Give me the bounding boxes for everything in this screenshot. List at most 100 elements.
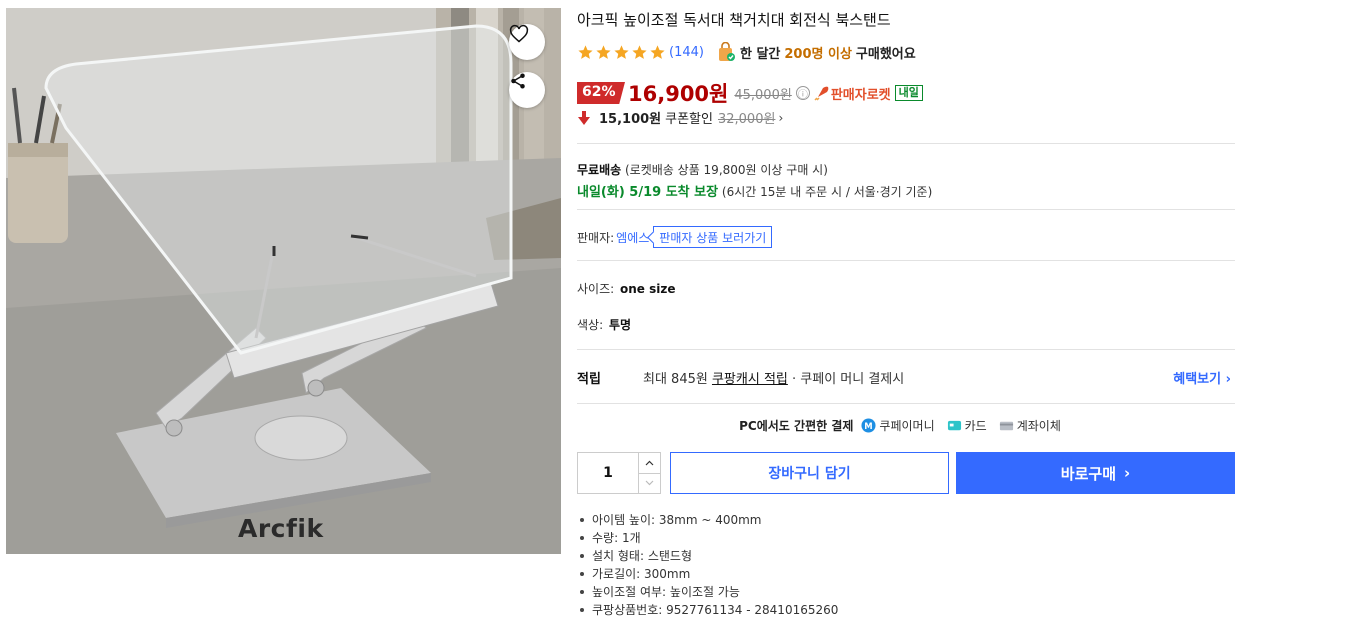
arrival-guarantee: 내일(화) 5/19 도착 보장: [577, 185, 719, 200]
spec-text: 쿠팡상품번호: 9527761134 - 28410165260: [592, 603, 839, 617]
shipping-detail: (로켓배송 상품 19,800원 이상 구매 시): [625, 163, 828, 177]
coupon-original-price: 32,000원: [717, 112, 776, 127]
cash-suffix: · 쿠페이 머니 결제시: [792, 372, 905, 387]
star-icon: [596, 44, 611, 59]
pay-method-coupay: M 쿠페이머니: [861, 417, 935, 434]
coupang-cash-link[interactable]: 쿠팡캐시 적립: [712, 372, 788, 387]
bullet-icon: [580, 536, 584, 540]
color-value: 투명: [608, 318, 632, 332]
coupon-label: 쿠폰할인: [665, 112, 713, 127]
chevron-right-icon: ›: [778, 110, 784, 125]
pay-method-card: 카드: [947, 417, 987, 434]
quantity-input[interactable]: [578, 453, 638, 493]
sale-price: 16,900원: [628, 82, 729, 106]
wishlist-button[interactable]: [509, 24, 545, 60]
add-to-cart-button[interactable]: 장바구니 담기: [670, 452, 949, 494]
product-image[interactable]: Arcfik: [6, 8, 561, 554]
buy-now-button[interactable]: 바로구매 ›: [956, 452, 1235, 494]
share-icon: [511, 73, 525, 89]
quantity-increase-button[interactable]: [639, 453, 660, 473]
spec-item: 가로길이: 300mm: [579, 565, 838, 583]
rating-row: (144) 한 달간 200명 이상 구매했어요: [577, 42, 916, 62]
seller-products-button[interactable]: 판매자 상품 보러가기: [653, 226, 773, 248]
bullet-icon: [580, 518, 584, 522]
spec-item: 높이조절 여부: 높이조절 가능: [579, 583, 838, 601]
spec-item: 설치 형태: 스탠드형: [579, 547, 838, 565]
original-price: 45,000원: [734, 87, 792, 103]
benefit-view-link[interactable]: 혜택보기 ›: [1173, 368, 1231, 387]
coupon-row[interactable]: 15,100원 쿠폰할인 32,000원 ›: [578, 108, 783, 127]
buyers-notice: 한 달간 200명 이상 구매했어요: [716, 42, 916, 62]
rocket-icon: [814, 86, 829, 101]
spec-list: 아이템 높이: 38mm ~ 400mm 수량: 1개 설치 형태: 스탠드형 …: [579, 511, 838, 619]
chevron-right-icon: ›: [1124, 464, 1131, 482]
size-option: 사이즈: one size: [577, 280, 675, 297]
star-icon: [578, 44, 593, 59]
shopping-bag-icon: [718, 42, 735, 61]
buyers-suffix: 구매했어요: [855, 46, 916, 62]
seller-rocket-badge: 판매자로켓: [814, 84, 891, 103]
spec-text: 설치 형태: 스탠드형: [592, 549, 692, 563]
spec-text: 수량: 1개: [592, 531, 641, 545]
buy-now-label: 바로구매: [1060, 464, 1116, 483]
spec-text: 가로길이: 300mm: [592, 567, 691, 581]
divider: [577, 143, 1235, 144]
pay-method-transfer: 계좌이체: [999, 417, 1061, 434]
buyers-prefix: 한 달간: [739, 46, 781, 62]
star-icon: [650, 44, 665, 59]
cash-prefix: 최대 845원: [643, 372, 708, 387]
card-icon: [947, 420, 961, 431]
price-info-icon[interactable]: ⓘ: [795, 86, 810, 101]
chevron-down-icon: [645, 480, 654, 486]
bank-transfer-icon: [999, 421, 1013, 431]
book-stand-photo: [6, 8, 561, 554]
bullet-icon: [580, 608, 584, 612]
color-option: 색상: 투명: [577, 316, 631, 333]
size-value: one size: [620, 282, 676, 296]
seller-row: 판매자: 엠에스 판매자 상품 보러가기: [577, 226, 773, 248]
arrival-row: 내일(화) 5/19 도착 보장 (6시간 15분 내 주문 시 / 서울⋅경기…: [577, 181, 932, 200]
divider: [577, 403, 1235, 404]
bullet-icon: [580, 554, 584, 558]
review-count-link[interactable]: (144): [669, 45, 704, 60]
color-label: 색상:: [577, 318, 604, 332]
spec-item: 쿠팡상품번호: 9527761134 - 28410165260: [579, 601, 838, 619]
spec-item: 수량: 1개: [579, 529, 838, 547]
product-title: 아크픽 높이조절 독서대 책거치대 회전식 북스탠드: [577, 11, 891, 29]
divider: [577, 349, 1235, 350]
pay-method-label: 쿠페이머니: [879, 419, 935, 433]
star-icon: [614, 44, 629, 59]
coupon-price: 15,100원: [599, 112, 662, 127]
seller-label: 판매자:: [577, 230, 615, 245]
bullet-icon: [580, 590, 584, 594]
spec-text: 아이템 높이: 38mm ~ 400mm: [592, 513, 762, 527]
arrow-down-icon: [578, 110, 590, 125]
size-label: 사이즈:: [577, 282, 615, 296]
rocket-label: 판매자로켓: [830, 87, 891, 103]
pay-method-label: 계좌이체: [1016, 419, 1061, 433]
star-rating[interactable]: [577, 44, 666, 61]
discount-badge: 62%: [577, 82, 625, 104]
buyers-count: 200명 이상: [784, 46, 852, 62]
svg-text:M: M: [865, 421, 873, 431]
divider: [577, 260, 1235, 261]
coupay-money-icon: M: [861, 418, 876, 433]
purchase-area: 장바구니 담기 바로구매 ›: [577, 452, 1235, 494]
cash-text: 최대 845원 쿠팡캐시 적립 · 쿠페이 머니 결제시: [643, 368, 904, 387]
brand-watermark: Arcfik: [238, 514, 324, 543]
quantity-decrease-button[interactable]: [639, 472, 660, 494]
shipping-row: 무료배송 (로켓배송 상품 19,800원 이상 구매 시): [577, 161, 828, 178]
pay-method-label: 카드: [964, 419, 987, 433]
cash-label: 적립: [577, 372, 601, 387]
price-row: 62% 16,900원 45,000원 ⓘ 판매자로켓 내일: [577, 78, 923, 108]
bullet-icon: [580, 572, 584, 576]
star-icon: [632, 44, 647, 59]
spec-text: 높이조절 여부: 높이조절 가능: [592, 585, 740, 599]
share-button[interactable]: [509, 72, 545, 108]
quantity-buttons: [638, 453, 660, 493]
heart-outline-icon: [509, 24, 529, 43]
seller-name-link[interactable]: 엠에스: [616, 229, 649, 246]
tomorrow-badge: 내일: [894, 85, 923, 101]
payment-title: PC에서도 간편한 결제: [739, 419, 854, 433]
quantity-stepper: [577, 452, 661, 494]
